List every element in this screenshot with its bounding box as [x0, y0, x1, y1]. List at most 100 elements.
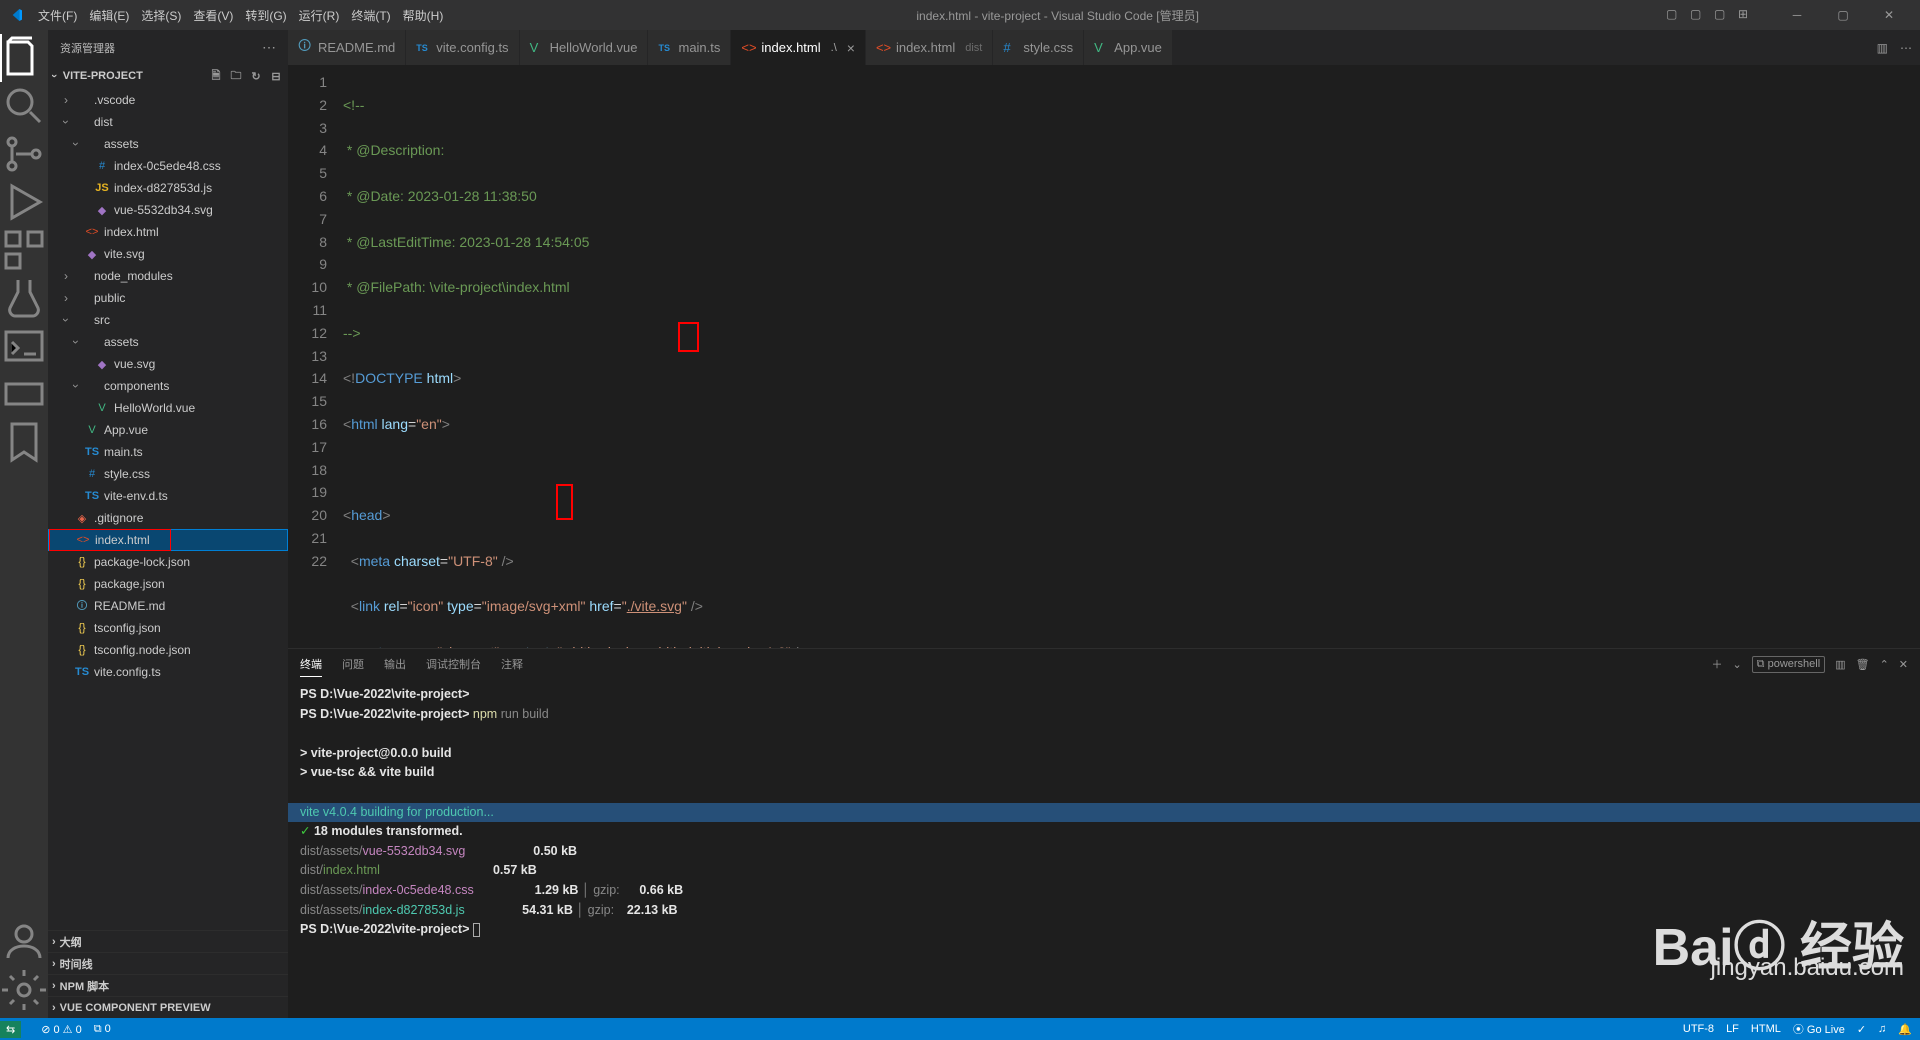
menu-item[interactable]: 文件(F) [32, 3, 83, 28]
bookmark-icon[interactable] [0, 418, 48, 466]
tree-item[interactable]: #style.css [48, 463, 288, 485]
sidebar-more-icon[interactable]: ⋯ [262, 39, 276, 56]
split-editor-icon[interactable]: ▥ [1877, 41, 1888, 55]
status-item[interactable]: HTML [1751, 1023, 1781, 1035]
ports-indicator[interactable]: ⧉ 0 [94, 1023, 111, 1036]
tree-item[interactable]: {}tsconfig.json [48, 617, 288, 639]
sidebar-section[interactable]: ›大纲 [48, 930, 288, 952]
close-tab-icon[interactable]: × [847, 40, 855, 56]
tree-item[interactable]: ›src [48, 309, 288, 331]
maximize-button[interactable]: ▢ [1820, 0, 1866, 30]
tree-item[interactable]: #index-0c5ede48.css [48, 155, 288, 177]
editor-tab[interactable]: VApp.vue [1084, 30, 1173, 65]
tree-item[interactable]: ◆vite.svg [48, 243, 288, 265]
menu-item[interactable]: 运行(R) [293, 3, 346, 28]
new-folder-icon[interactable]: 🗀 [228, 68, 244, 84]
minimize-button[interactable]: ─ [1774, 0, 1820, 30]
chevron-up-icon[interactable]: ⌃ [1880, 658, 1889, 671]
source-control-icon[interactable] [0, 130, 48, 178]
tree-item[interactable]: TSmain.ts [48, 441, 288, 463]
tree-item[interactable]: JSindex-d827853d.js [48, 177, 288, 199]
settings-icon[interactable] [0, 966, 48, 1014]
collapse-icon[interactable]: ⊟ [268, 68, 284, 84]
panel-tab[interactable]: 注释 [501, 652, 523, 677]
menu-item[interactable]: 转到(G) [239, 3, 292, 28]
tree-item[interactable]: {}package.json [48, 573, 288, 595]
tree-item[interactable]: TSvite-env.d.ts [48, 485, 288, 507]
tree-item[interactable]: VApp.vue [48, 419, 288, 441]
keyboard-icon[interactable] [0, 370, 48, 418]
project-header[interactable]: › VITE-PROJECT 🗎 🗀 ↻ ⊟ [48, 65, 288, 87]
status-bar: ⇆ ⊘ 0 ⚠ 0 ⧉ 0 UTF-8 LF HTML ⦿ Go Live ✓ ♫ 🔔 [0, 1018, 1920, 1040]
menu-item[interactable]: 终端(T) [345, 3, 396, 28]
status-item[interactable]: ⦿ Go Live [1793, 1021, 1845, 1037]
panel-tab[interactable]: 调试控制台 [426, 652, 481, 677]
extensions-icon[interactable] [0, 226, 48, 274]
menu-item[interactable]: 选择(S) [135, 3, 187, 28]
sidebar-section[interactable]: ›VUE COMPONENT PREVIEW [48, 996, 288, 1018]
tree-item[interactable]: ›dist [48, 111, 288, 133]
refresh-icon[interactable]: ↻ [248, 68, 264, 84]
tree-item[interactable]: ›.vscode [48, 89, 288, 111]
panel-tab[interactable]: 问题 [342, 652, 364, 677]
tree-item[interactable]: <>index.html [48, 221, 288, 243]
split-terminal-icon[interactable]: ▥ [1835, 658, 1845, 671]
tree-item[interactable]: {}package-lock.json [48, 551, 288, 573]
trash-icon[interactable]: 🗑 [1856, 658, 1870, 671]
editor-tab[interactable]: TSvite.config.ts [406, 30, 519, 65]
terminal-dropdown-icon[interactable]: ⌄ [1732, 658, 1741, 671]
new-terminal-icon[interactable]: ＋ [1711, 656, 1722, 672]
remote-indicator[interactable]: ⇆ [0, 1021, 21, 1038]
terminal-profile-label[interactable]: ⧉ powershell [1752, 656, 1826, 673]
layout-left-icon[interactable]: ▢ [1666, 7, 1682, 23]
sidebar-section[interactable]: ›NPM 脚本 [48, 974, 288, 996]
menu-item[interactable]: 帮助(H) [397, 3, 450, 28]
terminal-output[interactable]: PS D:\Vue-2022\vite-project> PS D:\Vue-2… [288, 679, 1920, 1018]
tree-item[interactable]: <>index.html [48, 529, 288, 551]
tree-item[interactable]: ◆vue.svg [48, 353, 288, 375]
tree-item[interactable]: {}tsconfig.node.json [48, 639, 288, 661]
tree-item[interactable]: ›components [48, 375, 288, 397]
editor-tabs: 🛈README.mdTSvite.config.tsVHelloWorld.vu… [288, 30, 1920, 65]
tree-item[interactable]: ◆vue-5532db34.svg [48, 199, 288, 221]
problems-indicator[interactable]: ⊘ 0 ⚠ 0 [41, 1023, 81, 1036]
layout-custom-icon[interactable]: ⊞ [1738, 7, 1754, 23]
tree-item[interactable]: ›node_modules [48, 265, 288, 287]
tree-item[interactable]: 🛈README.md [48, 595, 288, 617]
menu-item[interactable]: 编辑(E) [83, 3, 135, 28]
layout-right-icon[interactable]: ▢ [1714, 7, 1730, 23]
explorer-icon[interactable] [0, 34, 48, 82]
tree-item[interactable]: ›assets [48, 331, 288, 353]
tree-item[interactable]: VHelloWorld.vue [48, 397, 288, 419]
status-item[interactable]: ♫ [1878, 1023, 1886, 1035]
more-actions-icon[interactable]: ⋯ [1900, 41, 1912, 55]
tree-item[interactable]: TSvite.config.ts [48, 661, 288, 683]
terminal-panel-icon[interactable] [0, 322, 48, 370]
status-item[interactable]: 🔔 [1898, 1023, 1912, 1036]
tree-item[interactable]: ›assets [48, 133, 288, 155]
sidebar-section[interactable]: ›时间线 [48, 952, 288, 974]
status-item[interactable]: LF [1726, 1023, 1739, 1035]
status-item[interactable]: UTF-8 [1683, 1023, 1714, 1035]
tree-item[interactable]: ›public [48, 287, 288, 309]
account-icon[interactable] [0, 918, 48, 966]
tree-item[interactable]: ◈.gitignore [48, 507, 288, 529]
new-file-icon[interactable]: 🗎 [208, 68, 224, 84]
editor-tab[interactable]: VHelloWorld.vue [520, 30, 649, 65]
testing-icon[interactable] [0, 274, 48, 322]
editor-tab[interactable]: TSmain.ts [648, 30, 731, 65]
layout-bottom-icon[interactable]: ▢ [1690, 7, 1706, 23]
close-panel-icon[interactable]: ✕ [1899, 658, 1908, 671]
panel-tab[interactable]: 输出 [384, 652, 406, 677]
editor-tab[interactable]: <>index.html.\× [731, 30, 866, 65]
editor-tab[interactable]: 🛈README.md [288, 30, 406, 65]
menu-item[interactable]: 查看(V) [187, 3, 239, 28]
run-debug-icon[interactable] [0, 178, 48, 226]
editor-tab[interactable]: <>index.htmldist [866, 30, 993, 65]
status-item[interactable]: ✓ [1857, 1023, 1866, 1036]
panel-tab[interactable]: 终端 [300, 652, 322, 677]
code-editor[interactable]: 12345678910111213141516171819202122 <!--… [288, 65, 1920, 648]
editor-tab[interactable]: #style.css [993, 30, 1084, 65]
search-icon[interactable] [0, 82, 48, 130]
close-button[interactable]: ✕ [1866, 0, 1912, 30]
